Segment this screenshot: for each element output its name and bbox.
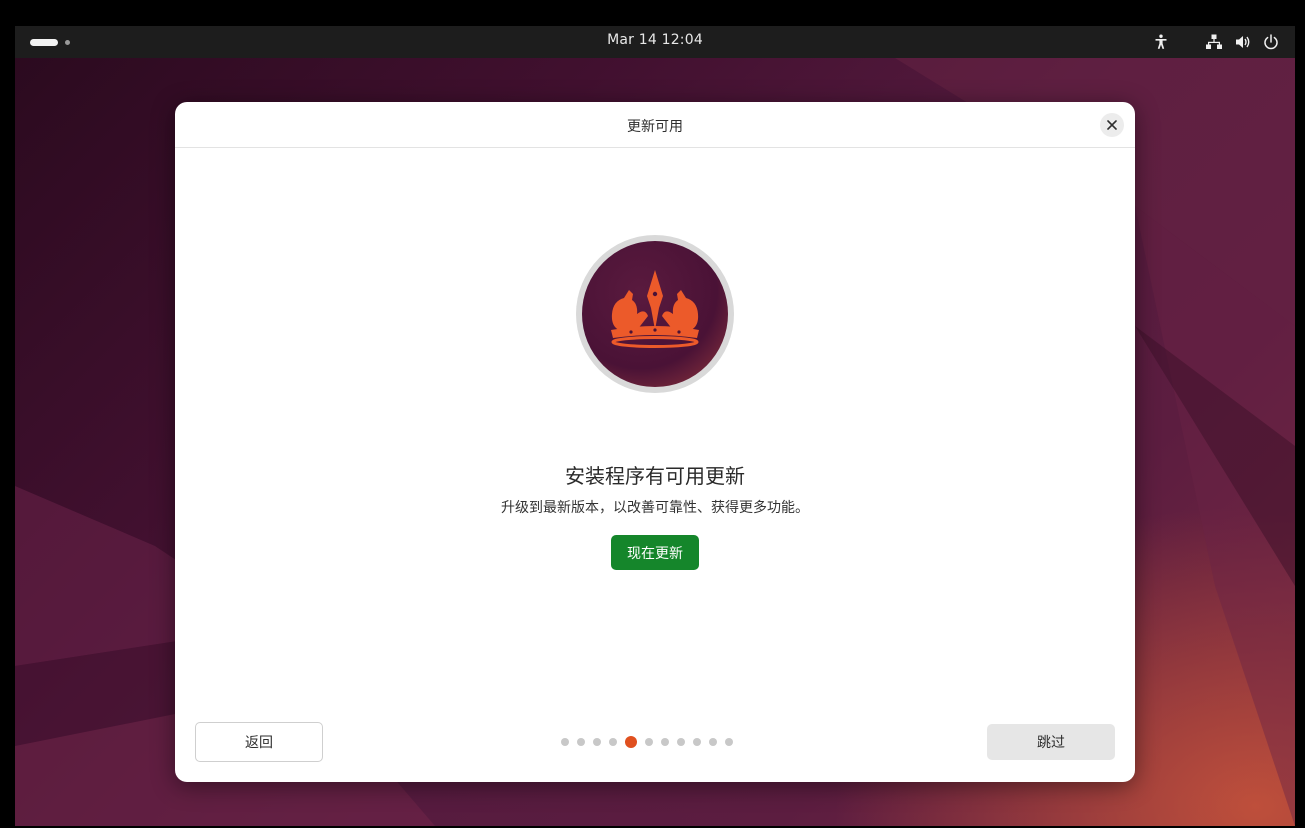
page-dot-9 <box>693 738 701 746</box>
close-icon <box>1107 120 1117 130</box>
page-dot-7 <box>661 738 669 746</box>
page-dot-8 <box>677 738 685 746</box>
page-dot-4 <box>609 738 617 746</box>
skip-button[interactable]: 跳过 <box>987 724 1115 760</box>
ubuntu-crown-logo <box>575 234 735 394</box>
network-icon[interactable] <box>1205 33 1223 51</box>
dialog-header: 更新可用 <box>175 102 1135 148</box>
page-dot-3 <box>593 738 601 746</box>
update-dialog: 更新可用 安装程序有可用更新 升级到最新版本，以改善可靠性、获得更多功能。 现在… <box>175 102 1135 782</box>
accessibility-icon[interactable] <box>1152 33 1170 51</box>
page-dot-6 <box>645 738 653 746</box>
top-bar: Mar 14 12:04 <box>15 26 1295 58</box>
desktop: Mar 14 12:04 更新可用 安装程序有可用更新 升级到最新版本，以改善可… <box>15 26 1295 826</box>
update-now-button[interactable]: 现在更新 <box>611 535 699 570</box>
heading: 安装程序有可用更新 <box>565 464 745 488</box>
page-dot-2 <box>577 738 585 746</box>
page-dot-5-active <box>625 736 637 748</box>
description: 升级到最新版本，以改善可靠性、获得更多功能。 <box>501 500 809 516</box>
volume-icon[interactable] <box>1234 33 1252 51</box>
power-icon[interactable] <box>1262 33 1280 51</box>
page-dot-10 <box>709 738 717 746</box>
page-dot-1 <box>561 738 569 746</box>
close-button[interactable] <box>1100 113 1124 137</box>
clock[interactable]: Mar 14 12:04 <box>15 32 1295 48</box>
page-dot-11 <box>725 738 733 746</box>
dialog-title: 更新可用 <box>627 119 683 135</box>
